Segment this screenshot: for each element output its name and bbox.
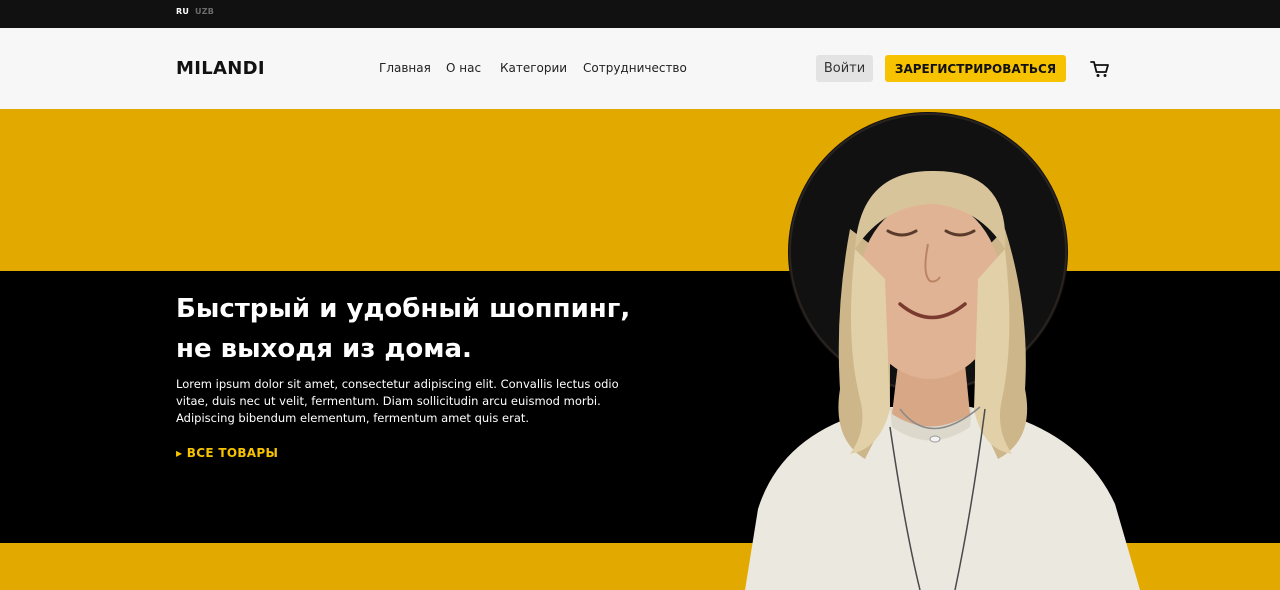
nav-home[interactable]: Главная: [379, 61, 431, 75]
language-bar: RU UZB: [0, 0, 1280, 28]
nav-categories[interactable]: Категории: [500, 61, 567, 75]
hero-title-line: Быстрый и удобный шоппинг,: [176, 294, 631, 324]
hero-title-line: не выходя из дома.: [176, 334, 472, 364]
nav-about[interactable]: О нас: [446, 61, 481, 75]
hero-description-line: Lorem ipsum dolor sit amet, consectetur …: [176, 377, 619, 391]
hero-description-line: vitae, duis nec ut velit, fermentum. Dia…: [176, 394, 601, 408]
register-button[interactable]: ЗАРЕГИСТРИРОВАТЬСЯ: [885, 55, 1066, 82]
site-logo[interactable]: MILANDI: [176, 58, 265, 79]
hero-description-line: Adipiscing bibendum elementum, fermentum…: [176, 411, 530, 425]
hero-description: Lorem ipsum dolor sit amet, consectetur …: [176, 376, 646, 427]
hero-title: Быстрый и удобный шоппинг, не выходя из …: [176, 289, 646, 369]
site-header: MILANDI Главная О нас Категории Сотрудни…: [0, 28, 1280, 109]
nav-cooperation[interactable]: Сотрудничество: [583, 61, 687, 75]
all-products-link[interactable]: ▸ ВСЕ ТОВАРЫ: [176, 446, 278, 460]
hero-person-image: [745, 112, 1140, 590]
hero-banner: Быстрый и удобный шоппинг, не выходя из …: [0, 109, 1280, 590]
login-button[interactable]: Войти: [816, 55, 873, 82]
lang-uzb-link[interactable]: UZB: [195, 7, 214, 16]
lang-ru-link[interactable]: RU: [176, 7, 189, 16]
cart-icon[interactable]: [1090, 60, 1110, 78]
